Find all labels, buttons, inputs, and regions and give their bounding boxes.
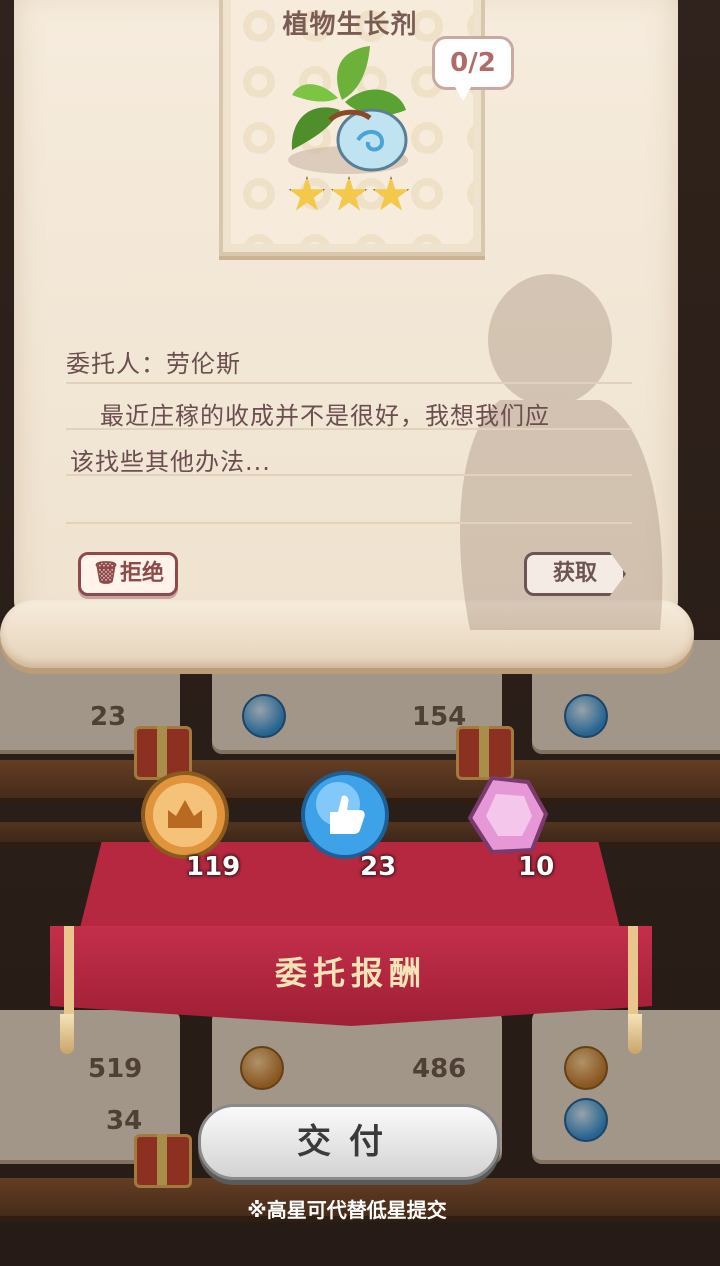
quest-description-line2: 该找些其他办法... xyxy=(70,448,271,476)
plant-growth-potion-icon xyxy=(288,46,408,174)
text-line xyxy=(66,474,632,476)
text-line xyxy=(66,522,632,524)
star-icon xyxy=(288,176,326,211)
quest-client: 委托人：劳伦斯 xyxy=(66,350,241,378)
trash-icon: 🗑 xyxy=(92,561,120,586)
thumbs-up-orb-icon xyxy=(301,771,389,859)
text-line xyxy=(66,382,632,384)
refuse-button[interactable]: 🗑拒绝 xyxy=(78,552,178,596)
item-star-rating xyxy=(288,176,412,216)
submit-note: ※高星可代替低星提交 xyxy=(247,1198,447,1222)
get-button[interactable]: 获取 xyxy=(524,552,626,596)
refuse-button-label: 拒绝 xyxy=(119,561,164,586)
quest-description-line1: 最近庄稼的收成并不是很好，我想我们应 xyxy=(100,402,550,430)
reward-title: 委托报酬 xyxy=(274,954,427,992)
reward-amount: 23 xyxy=(360,852,397,882)
gold-coin-icon xyxy=(141,771,229,859)
reward-banner: 委托报酬 xyxy=(50,842,652,1054)
get-button-label: 获取 xyxy=(552,561,597,586)
text-line xyxy=(66,428,632,430)
pink-gem-icon xyxy=(467,775,549,855)
progress-bubble: 0/2 xyxy=(432,36,514,101)
star-icon xyxy=(330,176,368,211)
reward-amount: 119 xyxy=(186,852,241,882)
star-icon xyxy=(372,176,410,211)
reward-amount: 10 xyxy=(518,852,555,882)
submit-button[interactable]: 交付 xyxy=(198,1104,500,1180)
